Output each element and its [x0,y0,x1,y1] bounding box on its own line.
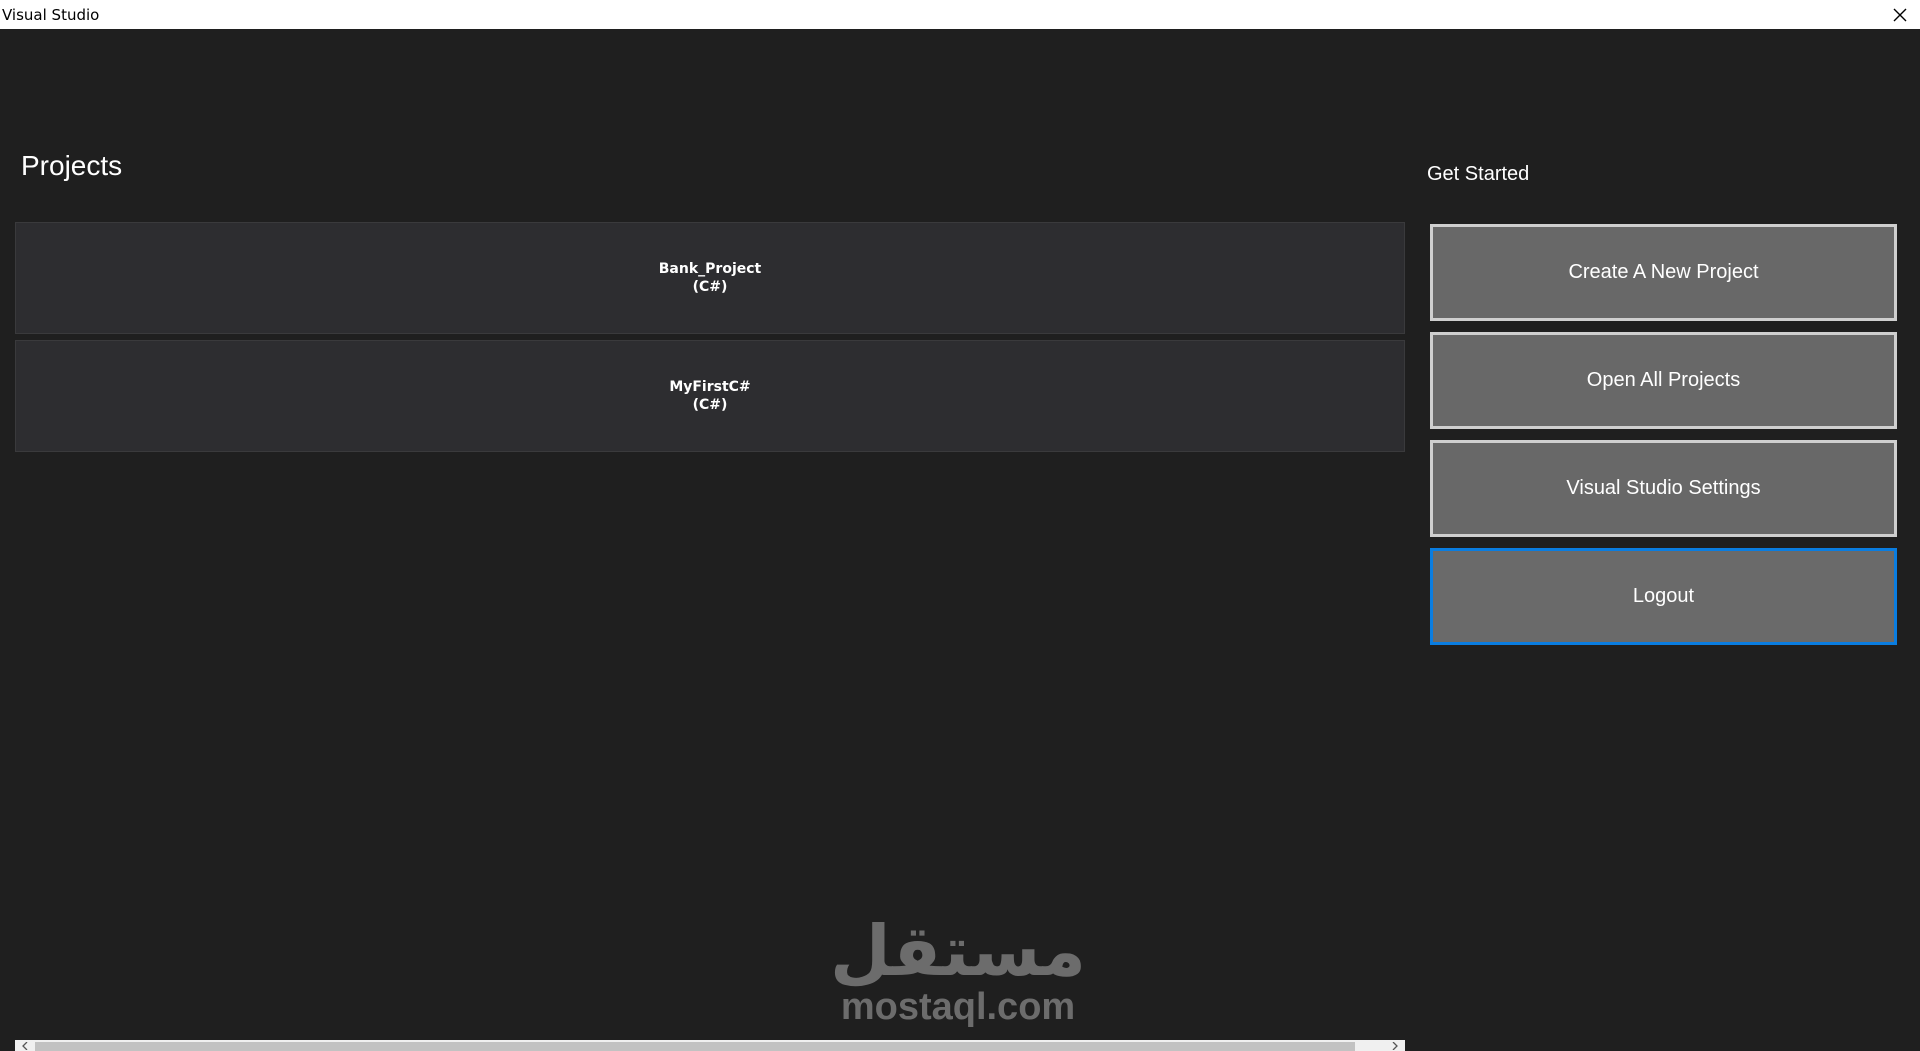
get-started-actions: Create A New Project Open All Projects V… [1430,224,1897,656]
window-title: Visual Studio [2,5,100,24]
chevron-right-icon[interactable] [1385,1040,1405,1051]
title-bar: Visual Studio [0,0,1920,29]
logout-button[interactable]: Logout [1430,548,1897,645]
watermark-logo: مستقل mostaql.com [830,915,1086,1028]
project-language: (C#) [692,279,728,295]
project-language: (C#) [692,397,728,413]
open-all-projects-button[interactable]: Open All Projects [1430,332,1897,429]
visual-studio-settings-button[interactable]: Visual Studio Settings [1430,440,1897,537]
watermark-latin: mostaql.com [840,986,1076,1028]
project-item-myfirstcsharp[interactable]: MyFirstC# (C#) [15,340,1405,452]
horizontal-scrollbar[interactable] [15,1040,1405,1051]
scrollbar-track[interactable] [35,1040,1385,1051]
chevron-left-icon[interactable] [15,1040,35,1051]
project-name: MyFirstC# [669,379,751,395]
create-new-project-button[interactable]: Create A New Project [1430,224,1897,321]
project-item-bank-project[interactable]: Bank_Project (C#) [15,222,1405,334]
watermark-arabic: مستقل [830,910,1087,992]
project-name: Bank_Project [658,261,762,277]
projects-list: Bank_Project (C#) MyFirstC# (C#) [15,222,1405,458]
close-icon[interactable] [1886,1,1914,29]
projects-heading: Projects [21,150,123,181]
get-started-heading: Get Started [1427,163,1530,185]
scrollbar-thumb[interactable] [35,1042,1355,1051]
